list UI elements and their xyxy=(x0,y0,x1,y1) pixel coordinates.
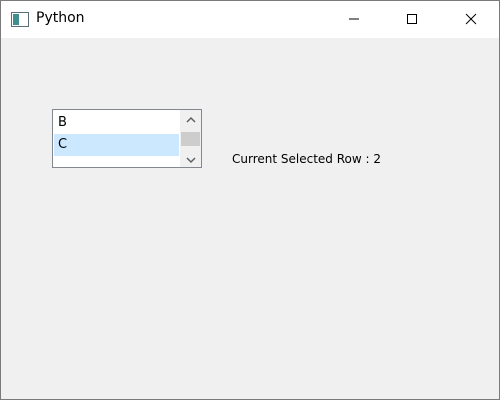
window-app-icon xyxy=(11,12,29,27)
scroll-thumb[interactable] xyxy=(181,132,200,146)
list-item[interactable]: B xyxy=(54,112,179,134)
maximize-icon xyxy=(406,10,418,29)
window-title: Python xyxy=(36,10,85,26)
chevron-down-icon xyxy=(185,149,196,167)
list-widget[interactable]: B C xyxy=(52,109,202,168)
title-bar[interactable]: Python xyxy=(1,1,499,38)
close-button[interactable] xyxy=(448,1,494,38)
minimize-icon xyxy=(348,10,360,29)
scroll-up-button[interactable] xyxy=(180,110,201,127)
current-row-label: Current Selected Row : 2 xyxy=(232,152,381,166)
maximize-button[interactable] xyxy=(389,1,435,38)
app-window: Python B C Current Selected Row: 2 xyxy=(0,0,500,400)
minimize-button[interactable] xyxy=(331,1,377,38)
list-item-selected[interactable]: C xyxy=(54,134,179,156)
scroll-down-button[interactable] xyxy=(180,150,201,167)
vertical-scrollbar[interactable] xyxy=(180,110,201,167)
close-icon xyxy=(465,10,477,29)
chevron-up-icon xyxy=(185,110,196,128)
client-area: B C Current Selected Row: 2 xyxy=(1,38,499,399)
